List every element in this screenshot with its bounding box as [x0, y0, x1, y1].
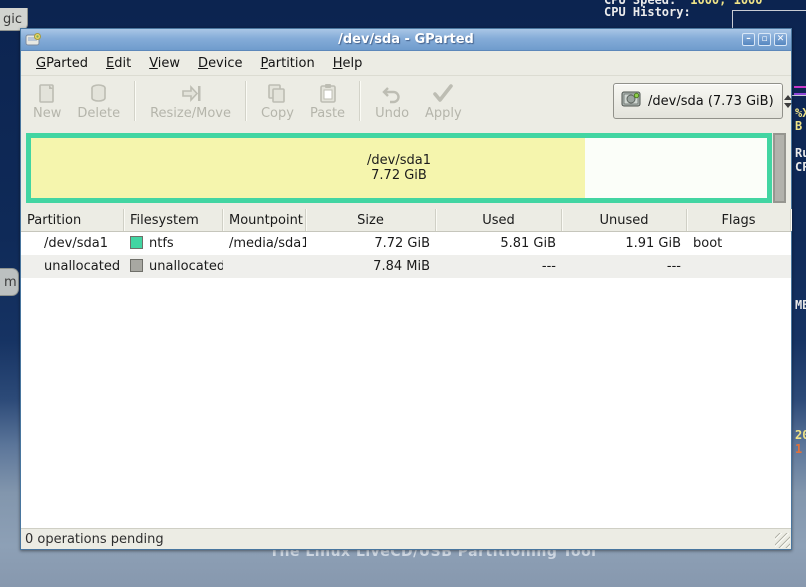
device-selector-value: /dev/sda (7.73 GiB): [648, 94, 774, 109]
table-row--dev-sda1[interactable]: /dev/sda1ntfs/media/sda17.72 GiB5.81 GiB…: [21, 232, 791, 255]
edge-tab-m[interactable]: m: [0, 268, 19, 296]
apply-button[interactable]: Apply: [417, 78, 470, 124]
conky-fragment: Ru: [795, 146, 806, 160]
menu-device[interactable]: Device: [189, 53, 251, 74]
unallocated-visual[interactable]: [773, 133, 786, 203]
new-button[interactable]: New: [25, 78, 69, 124]
new-partition-icon: [35, 82, 59, 106]
gparted-window: /dev/sda - GParted – ▫ ✕ GPartedEditView…: [20, 28, 792, 550]
cell-size: 7.84 MiB: [306, 259, 436, 274]
column-header-mountpoint[interactable]: Mountpoint: [223, 209, 306, 231]
column-header-size[interactable]: Size: [306, 209, 436, 231]
column-header-used[interactable]: Used: [436, 209, 562, 231]
resize-grip[interactable]: [775, 533, 790, 548]
close-button[interactable]: ✕: [774, 33, 787, 46]
resize-move-button[interactable]: Resize/Move: [142, 78, 239, 124]
toolbar-separator: [359, 81, 361, 121]
pending-operations-text: 0 operations pending: [25, 532, 164, 547]
copy-icon: [265, 82, 289, 106]
conky-fragment: 20: [795, 428, 806, 442]
column-header-flags[interactable]: Flags: [687, 209, 791, 231]
cell-filesystem: ntfs: [124, 236, 223, 251]
column-header-partition[interactable]: Partition: [21, 209, 124, 231]
toolbar-separator: [245, 81, 247, 121]
toolbar-separator: [134, 81, 136, 121]
cell-partition: unallocated: [21, 259, 124, 274]
partition-table: /dev/sda1ntfs/media/sda17.72 GiB5.81 GiB…: [21, 232, 791, 528]
menu-bar: GPartedEditViewDevicePartitionHelp: [21, 51, 791, 76]
menu-edit[interactable]: Edit: [97, 53, 140, 74]
cell-partition: /dev/sda1: [21, 236, 124, 251]
cell-unused: 1.91 GiB: [562, 236, 687, 251]
conky-fragment: 1: [795, 442, 802, 456]
partition-visual-label: /dev/sda1 7.72 GiB: [31, 153, 767, 183]
apply-icon: [431, 82, 455, 106]
delete-button[interactable]: Delete: [69, 78, 128, 124]
resize-move-icon: [179, 82, 203, 106]
gparted-app-icon: [25, 32, 42, 47]
conky-fragment: CP: [795, 160, 806, 174]
toolbar: NewDelete Resize/Move CopyPaste UndoApply /…: [21, 76, 791, 126]
table-row-unallocated[interactable]: unallocatedunallocated7.84 MiB------: [21, 255, 791, 278]
window-title: /dev/sda - GParted: [21, 32, 791, 47]
copy-button[interactable]: Copy: [253, 78, 302, 124]
filesystem-color-chip: [130, 259, 143, 272]
column-header-unused[interactable]: Unused: [562, 209, 687, 231]
status-bar: 0 operations pending: [21, 528, 791, 549]
paste-icon: [316, 82, 340, 106]
maximize-button[interactable]: ▫: [758, 33, 771, 46]
hard-disk-icon: [620, 89, 642, 113]
undo-button[interactable]: Undo: [367, 78, 417, 124]
cell-used: 5.81 GiB: [436, 236, 562, 251]
cell-flags: boot: [687, 236, 791, 251]
cell-filesystem: unallocated: [124, 259, 223, 274]
cell-size: 7.72 GiB: [306, 236, 436, 251]
paste-button[interactable]: Paste: [302, 78, 353, 124]
cell-used: ---: [436, 259, 562, 274]
graph-line-fragment: [794, 93, 806, 95]
conky-fragment: %X: [795, 106, 806, 120]
delete-icon: [87, 82, 111, 106]
minimize-button[interactable]: –: [742, 33, 755, 46]
menu-view[interactable]: View: [140, 53, 189, 74]
cell-mountpoint: /media/sda1: [223, 236, 306, 251]
cell-unused: ---: [562, 259, 687, 274]
menu-gparted[interactable]: GParted: [27, 53, 97, 74]
menu-help[interactable]: Help: [324, 53, 372, 74]
undo-icon: [380, 82, 404, 106]
column-header-filesystem[interactable]: Filesystem: [124, 209, 223, 231]
conky-cpu-history-label: CPU History:: [604, 5, 691, 19]
partition-visual-sda1[interactable]: /dev/sda1 7.72 GiB: [26, 133, 772, 203]
device-selector[interactable]: /dev/sda (7.73 GiB): [613, 83, 783, 119]
desktop: CPU Speed:1000, 1000 CPU History: %XBRuC…: [0, 0, 806, 587]
menu-partition[interactable]: Partition: [252, 53, 324, 74]
graph-line-fragment: [794, 86, 806, 88]
spinner-arrows-icon[interactable]: [780, 95, 792, 108]
filesystem-color-chip: [130, 236, 143, 249]
conky-fragment: B: [795, 119, 802, 133]
disk-visual-area: /dev/sda1 7.72 GiB: [21, 126, 791, 209]
table-header: PartitionFilesystemMountpointSizeUsedUnu…: [21, 209, 791, 232]
conky-fragment: MB: [795, 298, 806, 312]
title-bar[interactable]: /dev/sda - GParted – ▫ ✕: [21, 29, 791, 51]
